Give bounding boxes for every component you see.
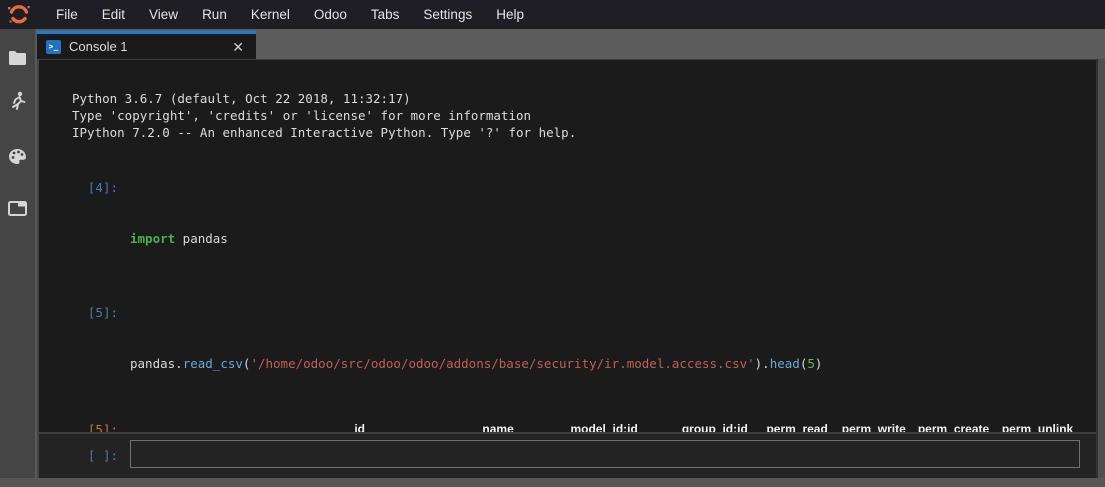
code-token-string: '/home/odoo/src/odoo/odoo/addons/base/se… — [250, 356, 754, 371]
code-token-plain: ). — [755, 356, 770, 371]
code-token-function: head — [770, 356, 800, 371]
menu-item-file[interactable]: File — [44, 0, 90, 29]
output-prompt-5: [5]: — [39, 421, 118, 432]
menu-item-run[interactable]: Run — [190, 0, 239, 29]
console-icon: >_ — [46, 40, 61, 54]
tab-label: Console 1 — [69, 39, 228, 54]
column-header: perm_read — [754, 418, 834, 432]
code-token-plain: pandas — [175, 231, 228, 246]
file-browser-icon[interactable] — [0, 45, 35, 71]
odoo-logo-icon — [7, 3, 31, 27]
column-header: perm_unlink — [995, 418, 1079, 432]
top-menu-bar: FileEditViewRunKernelOdooTabsSettingsHel… — [0, 0, 1105, 29]
console-code-input[interactable] — [130, 440, 1080, 468]
right-edge-strip — [1096, 59, 1105, 478]
running-sessions-icon[interactable] — [0, 88, 35, 114]
menu-item-view[interactable]: View — [137, 0, 190, 29]
menu-item-help[interactable]: Help — [484, 0, 536, 29]
tab-console-1[interactable]: >_ Console 1 ✕ — [37, 31, 256, 59]
code-token-plain: ) — [815, 356, 823, 371]
command-palette-icon[interactable] — [0, 143, 35, 169]
open-tabs-icon[interactable] — [0, 195, 35, 221]
column-header: perm_create — [912, 418, 995, 432]
console-input-area: [ ]: — [39, 434, 1096, 478]
banner-line: Type 'copyright', 'credits' or 'license'… — [72, 107, 1096, 124]
menu-item-tabs[interactable]: Tabs — [359, 0, 412, 29]
bottom-edge-strip — [0, 478, 1105, 487]
tab-bar: >_ Console 1 ✕ — [0, 29, 1105, 59]
pending-input-prompt: [ ]: — [39, 447, 118, 464]
column-header: group_id:id — [644, 418, 754, 432]
python-banner: Python 3.6.7 (default, Oct 22 2018, 11:3… — [72, 90, 1096, 141]
banner-line: Python 3.6.7 (default, Oct 22 2018, 11:3… — [72, 90, 1096, 107]
console-panel: Python 3.6.7 (default, Oct 22 2018, 11:3… — [39, 59, 1096, 478]
input-prompt-5: [5]: — [39, 304, 118, 321]
code-token-plain: pandas. — [130, 356, 183, 371]
input-prompt-4: [4]: — [39, 179, 118, 196]
output-area: [5]: idnamemodel_id:idgroup_id:idperm_re… — [39, 418, 1096, 432]
code-line-4: import pandas — [130, 230, 1096, 247]
close-icon[interactable]: ✕ — [228, 38, 248, 56]
dataframe-header-row: idnamemodel_id:idgroup_id:idperm_readper… — [97, 418, 1079, 432]
menu-item-odoo[interactable]: Odoo — [302, 0, 359, 29]
menu-items: FileEditViewRunKernelOdooTabsSettingsHel… — [37, 0, 536, 29]
code-token-function: read_csv — [183, 356, 243, 371]
column-header: perm_write — [834, 418, 912, 432]
code-token-keyword: import — [130, 231, 175, 246]
menu-item-kernel[interactable]: Kernel — [239, 0, 302, 29]
column-header: model_id:id — [520, 418, 644, 432]
code-cell-5: [5]: pandas.read_csv('/home/odoo/src/odo… — [39, 304, 1096, 406]
dataframe-table: idnamemodel_id:idgroup_id:idperm_readper… — [97, 418, 1079, 432]
banner-line: IPython 7.2.0 -- An enhanced Interactive… — [72, 124, 1096, 141]
code-cell-4: [4]: import pandas — [39, 179, 1096, 281]
column-header: id — [121, 418, 371, 432]
code-token-number: 5 — [807, 356, 815, 371]
dataframe-header: idnamemodel_id:idgroup_id:idperm_readper… — [97, 418, 1079, 432]
menu-item-settings[interactable]: Settings — [411, 0, 484, 29]
left-sidebar — [0, 29, 37, 487]
menu-item-edit[interactable]: Edit — [90, 0, 137, 29]
code-line-5: pandas.read_csv('/home/odoo/src/odoo/odo… — [130, 355, 1096, 372]
console-content: Python 3.6.7 (default, Oct 22 2018, 11:3… — [39, 60, 1096, 432]
column-header: name — [371, 418, 520, 432]
odoo-logo — [0, 0, 37, 29]
